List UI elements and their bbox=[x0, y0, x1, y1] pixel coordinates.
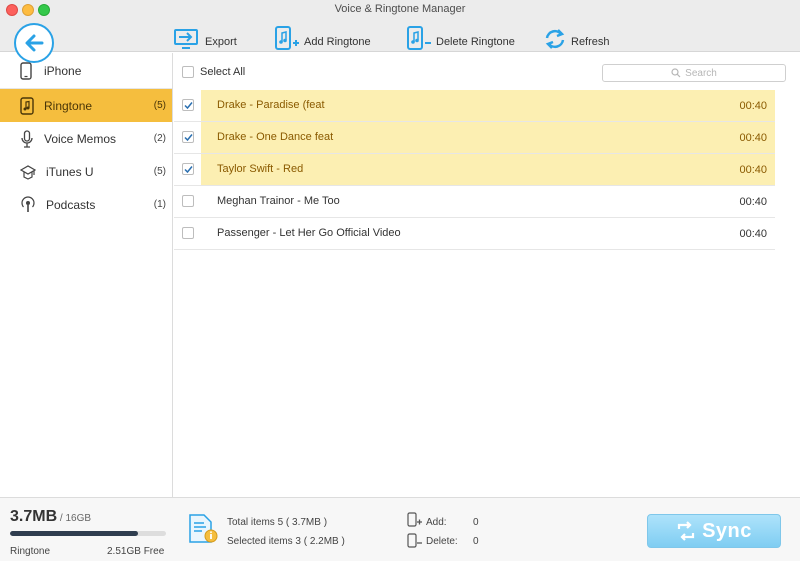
total-items: Total items 5 ( 3.7MB ) bbox=[227, 517, 328, 528]
export-label: Export bbox=[205, 36, 237, 48]
row-checkbox[interactable] bbox=[182, 131, 194, 143]
add-count-label: Add: bbox=[426, 517, 447, 528]
sidebar-item-label: Voice Memos bbox=[44, 131, 117, 146]
add-icon bbox=[407, 512, 422, 527]
delete-count-label: Delete: bbox=[426, 536, 458, 547]
file-info-icon bbox=[189, 514, 218, 543]
row-duration: 00:40 bbox=[739, 228, 767, 240]
refresh-label: Refresh bbox=[571, 36, 610, 48]
search-placeholder: Search bbox=[685, 67, 717, 79]
ringtone-list: Drake - Paradise (feat 00:40 Drake - One… bbox=[174, 90, 775, 250]
main-panel: Select All Search Drake - Paradise (feat… bbox=[174, 53, 800, 497]
row-title: Passenger - Let Her Go Official Video bbox=[217, 227, 401, 239]
sidebar-item-voice-memos[interactable]: Voice Memos (2) bbox=[0, 122, 172, 155]
sync-label: Sync bbox=[702, 519, 752, 542]
sidebar-item-count: (5) bbox=[153, 100, 166, 111]
status-footer: 3.7MB / 16GB Ringtone 2.51GB Free Total … bbox=[0, 497, 800, 561]
storage-used: 3.7MB bbox=[10, 508, 58, 525]
sidebar-item-label: Podcasts bbox=[46, 197, 96, 212]
select-all-label: Select All bbox=[200, 66, 246, 78]
window-title: Voice & Ringtone Manager bbox=[334, 3, 466, 15]
select-all[interactable]: Select All bbox=[182, 66, 245, 78]
storage-total: / 16GB bbox=[57, 513, 92, 524]
export-button[interactable]: Export bbox=[173, 26, 237, 50]
add-ringtone-label: Add Ringtone bbox=[304, 36, 371, 48]
row-title: Drake - One Dance feat bbox=[217, 131, 334, 143]
sidebar: iPhone Ringtone (5) Voice Memos (2) iTun… bbox=[0, 53, 173, 497]
microphone-icon bbox=[21, 129, 33, 148]
storage-free: 2.51GB Free bbox=[107, 546, 165, 557]
table-row[interactable]: Taylor Swift - Red 00:40 bbox=[174, 154, 775, 186]
iphone-icon bbox=[20, 61, 32, 80]
storage-summary: 3.7MB / 16GB bbox=[10, 508, 91, 526]
row-title: Meghan Trainor - Me Too bbox=[217, 195, 340, 207]
ringtone-icon bbox=[20, 96, 34, 115]
sidebar-item-count: (5) bbox=[153, 166, 166, 177]
search-input[interactable]: Search bbox=[602, 64, 786, 82]
export-icon bbox=[174, 29, 198, 49]
refresh-icon bbox=[545, 29, 565, 49]
delete-icon bbox=[407, 533, 422, 548]
row-duration: 00:40 bbox=[739, 132, 767, 144]
check-icon bbox=[183, 165, 193, 173]
back-arrow-icon bbox=[25, 34, 44, 52]
table-row[interactable]: Drake - Paradise (feat 00:40 bbox=[174, 90, 775, 122]
delete-count-value: 0 bbox=[473, 536, 479, 547]
row-title: Drake - Paradise (feat bbox=[217, 99, 325, 111]
back-button[interactable] bbox=[14, 23, 54, 63]
row-checkbox[interactable] bbox=[182, 99, 194, 111]
device-label: iPhone bbox=[44, 63, 82, 78]
table-row[interactable]: Drake - One Dance feat 00:40 bbox=[174, 122, 775, 154]
sidebar-item-count: (1) bbox=[153, 199, 166, 210]
add-ringtone-icon bbox=[275, 26, 299, 50]
storage-bar-fill bbox=[10, 531, 138, 536]
sidebar-item-label: Ringtone bbox=[44, 98, 93, 113]
row-duration: 00:40 bbox=[739, 196, 767, 208]
add-ringtone-button[interactable]: Add Ringtone bbox=[274, 26, 371, 50]
row-duration: 00:40 bbox=[739, 164, 767, 176]
table-row[interactable]: Passenger - Let Her Go Official Video 00… bbox=[174, 218, 775, 250]
storage-category: Ringtone bbox=[10, 546, 51, 557]
check-icon bbox=[183, 101, 193, 109]
sidebar-item-count: (2) bbox=[153, 133, 166, 144]
refresh-button[interactable]: Refresh bbox=[543, 26, 610, 50]
sidebar-item-label: iTunes U bbox=[46, 164, 94, 179]
row-checkbox[interactable] bbox=[182, 195, 194, 207]
row-checkbox[interactable] bbox=[182, 227, 194, 239]
storage-bar bbox=[10, 531, 166, 536]
add-count-value: 0 bbox=[473, 517, 479, 528]
check-icon bbox=[183, 133, 193, 141]
graduation-cap-icon bbox=[20, 164, 36, 180]
selected-items: Selected items 3 ( 2.2MB ) bbox=[227, 536, 345, 547]
podcast-icon bbox=[21, 195, 35, 212]
row-title: Taylor Swift - Red bbox=[217, 163, 304, 175]
delete-ringtone-label: Delete Ringtone bbox=[436, 36, 515, 48]
select-all-checkbox[interactable] bbox=[182, 66, 194, 78]
delete-ringtone-icon bbox=[407, 26, 431, 50]
sync-button[interactable]: Sync bbox=[647, 514, 781, 548]
sidebar-item-podcasts[interactable]: Podcasts (1) bbox=[0, 188, 172, 221]
title-bar: Voice & Ringtone Manager bbox=[0, 0, 800, 52]
sync-icon bbox=[677, 521, 695, 541]
delete-ringtone-button[interactable]: Delete Ringtone bbox=[406, 26, 515, 50]
row-checkbox[interactable] bbox=[182, 163, 194, 175]
sidebar-item-itunes-u[interactable]: iTunes U (5) bbox=[0, 155, 172, 188]
table-row[interactable]: Meghan Trainor - Me Too 00:40 bbox=[174, 186, 775, 218]
row-duration: 00:40 bbox=[739, 100, 767, 112]
sidebar-item-ringtone[interactable]: Ringtone (5) bbox=[0, 89, 172, 122]
search-icon bbox=[671, 68, 681, 78]
